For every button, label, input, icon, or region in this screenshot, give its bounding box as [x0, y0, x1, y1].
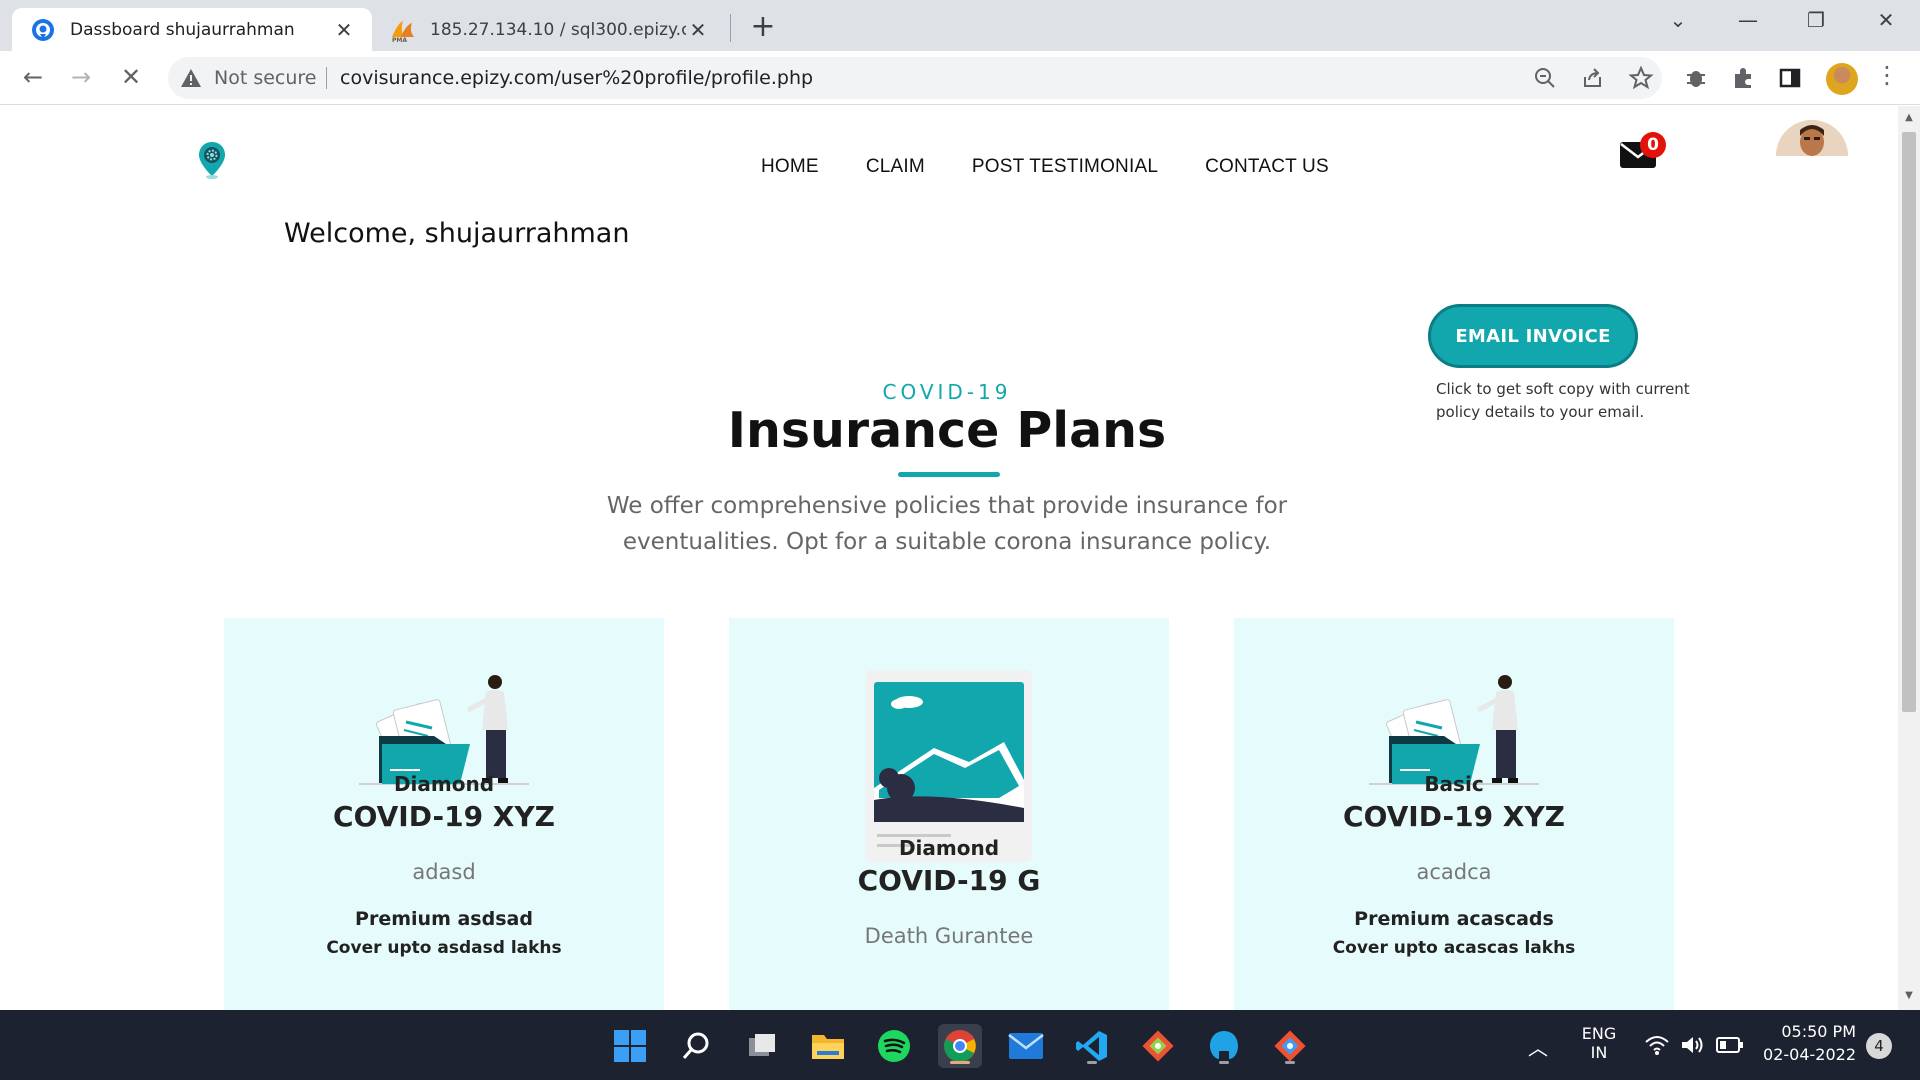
extension-bug-icon[interactable]: [1683, 65, 1709, 91]
menu-kebab-icon[interactable]: ⋮: [1870, 61, 1904, 89]
url-text[interactable]: covisurance.epizy.com/user%20profile/pro…: [340, 67, 813, 89]
mail-count-badge: 0: [1640, 132, 1666, 158]
battery-icon[interactable]: [1716, 1036, 1744, 1054]
share-icon[interactable]: [1580, 65, 1606, 91]
site-logo-icon[interactable]: [196, 140, 228, 180]
plan-description: Death Gurantee: [864, 924, 1034, 948]
site-favicon-icon: [32, 18, 54, 41]
new-tab-button[interactable]: +: [748, 9, 778, 44]
close-tab-icon[interactable]: ✕: [332, 18, 356, 42]
plan-tier: Diamond: [393, 772, 495, 796]
chrome-icon[interactable]: [938, 1024, 982, 1068]
mail-icon[interactable]: [1004, 1024, 1048, 1068]
tab-search-icon[interactable]: ⌄: [1658, 8, 1698, 32]
section-title: Insurance Plans: [727, 402, 1167, 459]
section-eyebrow: COVID-19: [882, 380, 1012, 404]
plan-tier: Diamond: [898, 836, 1000, 860]
user-avatar[interactable]: [1776, 120, 1848, 156]
stop-loading-button[interactable]: ✕: [114, 63, 148, 91]
address-bar[interactable]: Not secure covisurance.epizy.com/user%20…: [168, 57, 1662, 99]
task-view-icon[interactable]: [740, 1024, 784, 1068]
windows-taskbar: ︿ ENG IN 05:50 PM 02-04-2022: [0, 1010, 1920, 1080]
wifi-icon[interactable]: [1644, 1034, 1670, 1056]
extensions-puzzle-icon[interactable]: [1731, 65, 1757, 91]
welcome-message: Welcome, shujaurrahman: [284, 218, 630, 249]
clock-time: 05:50 PM: [1781, 1022, 1856, 1041]
zoom-icon[interactable]: [1532, 65, 1558, 91]
svg-text:PMA: PMA: [392, 37, 407, 43]
plan-name: COVID-19 XYZ: [1343, 800, 1565, 833]
omnibox-divider: [326, 67, 327, 89]
nav-claim[interactable]: CLAIM: [866, 156, 925, 178]
open-app-indicator: [1285, 1061, 1295, 1064]
clock[interactable]: 05:50 PM 02-04-2022: [1752, 1022, 1856, 1064]
clock-date: 02-04-2022: [1763, 1045, 1856, 1064]
nav-post-testimonial[interactable]: POST TESTIMONIAL: [972, 156, 1158, 178]
plan-card[interactable]: Diamond COVID-19 XYZ adasd Premium asdsa…: [224, 618, 664, 1010]
plan-name: COVID-19 G: [857, 864, 1041, 897]
tab-phpmyadmin[interactable]: PMA 185.27.134.10 / sql300.epizy.com ✕: [376, 8, 726, 51]
close-tab-icon[interactable]: ✕: [686, 18, 710, 42]
plan-tier: Basic: [1424, 772, 1484, 796]
tab-title: 185.27.134.10 / sql300.epizy.com: [430, 19, 686, 40]
notification-count-badge[interactable]: 4: [1866, 1033, 1892, 1059]
browser-tab-bar: Dassboard shujaurrahman ✕ PMA 185.27.134…: [0, 0, 1920, 51]
section-lead: We offer comprehensive policies that pro…: [606, 493, 1288, 555]
back-button[interactable]: ←: [16, 63, 50, 91]
minimize-button[interactable]: —: [1728, 8, 1768, 32]
plan-cover: Cover upto acascas lakhs: [1332, 938, 1576, 958]
open-app-indicator: [1087, 1061, 1097, 1064]
scrollbar-thumb[interactable]: [1902, 132, 1916, 712]
profile-avatar[interactable]: [1826, 63, 1858, 95]
plan-description: adasd: [412, 860, 476, 884]
language-label: ENG: [1581, 1024, 1617, 1043]
git-icon[interactable]: [1136, 1024, 1180, 1068]
volume-icon[interactable]: [1680, 1034, 1706, 1056]
close-window-button[interactable]: ✕: [1866, 8, 1906, 32]
plan-description: acadca: [1416, 860, 1492, 884]
active-app-indicator: [950, 1061, 970, 1064]
file-explorer-icon[interactable]: [806, 1024, 850, 1068]
tray-chevron-icon[interactable]: ︿: [1528, 1032, 1548, 1061]
open-app-indicator: [1219, 1061, 1229, 1064]
plan-premium: Premium asdsad: [355, 908, 533, 930]
app-blue-icon[interactable]: [1202, 1024, 1246, 1068]
main-nav: HOME CLAIM POST TESTIMONIAL CONTACT US: [761, 156, 1376, 178]
region-label: IN: [1590, 1043, 1608, 1062]
tab-dashboard[interactable]: Dassboard shujaurrahman ✕: [12, 8, 372, 51]
nav-contact-us[interactable]: CONTACT US: [1205, 156, 1329, 178]
restore-button[interactable]: ❐: [1796, 8, 1836, 32]
side-panel-icon[interactable]: [1777, 65, 1803, 91]
plan-card[interactable]: Diamond COVID-19 G Death Gurantee: [729, 618, 1169, 1010]
plan-premium: Premium acascads: [1354, 908, 1554, 930]
user-photo: [1776, 120, 1848, 156]
vscode-icon[interactable]: [1070, 1024, 1114, 1068]
tab-title: Dassboard shujaurrahman: [70, 19, 295, 40]
bookmark-star-icon[interactable]: [1628, 65, 1654, 91]
forward-button[interactable]: →: [64, 63, 98, 91]
page-scrollbar[interactable]: ▲ ▼: [1898, 106, 1920, 1010]
windows-start-icon[interactable]: [608, 1024, 652, 1068]
title-underline: [898, 472, 1000, 477]
plan-cover: Cover upto asdasd lakhs: [326, 938, 562, 958]
spotify-icon[interactable]: [872, 1024, 916, 1068]
mail-button[interactable]: 0: [1618, 132, 1666, 174]
tab-separator: [730, 14, 731, 42]
web-page: HOME CLAIM POST TESTIMONIAL CONTACT US 0…: [0, 106, 1898, 1010]
git-2-icon[interactable]: [1268, 1024, 1312, 1068]
phpmyadmin-icon: PMA: [392, 20, 414, 43]
warning-icon: [181, 69, 201, 87]
email-invoice-button[interactable]: EMAIL INVOICE: [1428, 304, 1638, 368]
security-label[interactable]: Not secure: [214, 67, 317, 89]
plan-card[interactable]: Basic COVID-19 XYZ acadca Premium acasca…: [1234, 618, 1674, 1010]
plan-name: COVID-19 XYZ: [333, 800, 555, 833]
scroll-down-arrow-icon[interactable]: ▼: [1902, 990, 1916, 1001]
scroll-up-arrow-icon[interactable]: ▲: [1902, 112, 1916, 123]
nav-home[interactable]: HOME: [761, 156, 819, 178]
search-icon[interactable]: [674, 1024, 718, 1068]
language-indicator[interactable]: ENG IN: [1576, 1024, 1622, 1062]
browser-toolbar: ← → ✕ Not secure covisurance.epizy.com/u…: [0, 51, 1920, 105]
